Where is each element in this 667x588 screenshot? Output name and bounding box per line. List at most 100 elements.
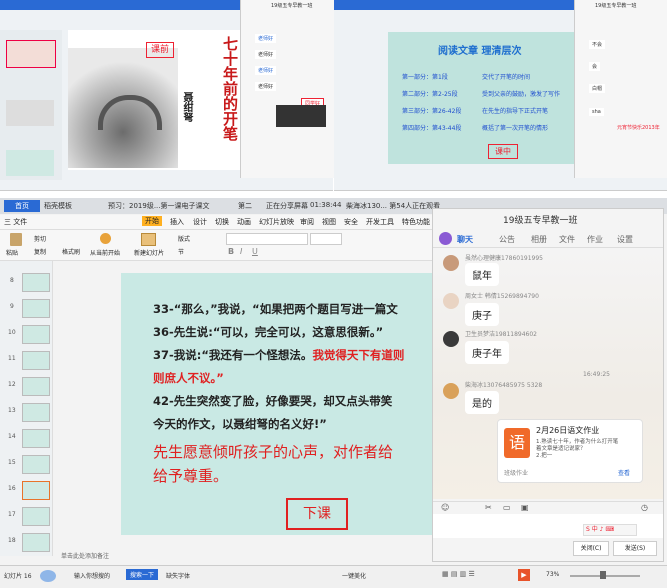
beautify-button[interactable]: 一键美化: [342, 571, 366, 580]
avatar[interactable]: [443, 331, 459, 347]
underline-icon[interactable]: U: [252, 247, 258, 256]
thumb-row[interactable]: 15: [0, 453, 52, 475]
slide-thumbnail[interactable]: [22, 403, 50, 422]
slide-number: 18: [8, 537, 16, 544]
search-button[interactable]: 搜索一下: [126, 569, 159, 580]
slide-thumbnail[interactable]: [22, 455, 50, 474]
speaker-status: 柴海冰130... 第54人正在观看: [346, 202, 441, 210]
font-name-box[interactable]: [226, 233, 308, 245]
zoom-slider-handle[interactable]: [600, 571, 606, 579]
play-icon[interactable]: [100, 233, 111, 244]
chat-bubble: 老师好: [255, 66, 277, 75]
group-avatar[interactable]: [439, 232, 452, 245]
avatar[interactable]: [443, 255, 459, 271]
top-left-thumbs: [0, 30, 62, 180]
from-current-button[interactable]: 从当前开始: [90, 248, 120, 257]
card-view-link[interactable]: 查看: [618, 468, 630, 477]
sharing-status: 正在分享屏幕: [266, 202, 308, 210]
chat-input-toolbar: ☺ ✂ ▭ ▣ ◷: [433, 501, 663, 514]
slide-number: 12: [8, 381, 16, 388]
slide-thumbnail[interactable]: [22, 429, 50, 448]
menu-devtools[interactable]: 开发工具: [366, 217, 394, 227]
folder-icon[interactable]: ▭: [503, 503, 511, 512]
slide-thumbnail[interactable]: [22, 325, 50, 344]
slide-thumbnail[interactable]: [22, 481, 50, 500]
homework-card[interactable]: 语 2月26日语文作业 1.熟读七十年，作者为什么打开笔 着文章是适记说家？ 2…: [497, 419, 643, 483]
emoji-icon[interactable]: ☺: [441, 503, 449, 512]
avatar[interactable]: [443, 293, 459, 309]
thumb-row[interactable]: 13: [0, 401, 52, 423]
menu-slideshow[interactable]: 幻灯片放映: [259, 217, 294, 227]
slide-number: 11: [8, 355, 16, 362]
row-part: 第二部分：第2-25段: [402, 91, 458, 98]
menu-start[interactable]: 开始: [142, 216, 162, 226]
tab-files[interactable]: 文件: [559, 234, 575, 245]
slide-thumbnail[interactable]: [22, 273, 50, 292]
search-input[interactable]: 输入你想搜的: [74, 571, 110, 580]
slide-canvas: 33-“那么，”我说，“如果把两个题目写进一篇文 36-先生说:“可以，完全可以…: [53, 261, 432, 551]
slide-thumbnail[interactable]: [22, 377, 50, 396]
thumb-row[interactable]: 11: [0, 349, 52, 371]
new-slide-icon[interactable]: [141, 233, 156, 246]
slide-thumbnail[interactable]: [22, 507, 50, 526]
format-painter-button[interactable]: 格式刷: [62, 247, 80, 256]
font-size-box[interactable]: [310, 233, 342, 245]
image-icon[interactable]: ▣: [521, 503, 529, 512]
thumb-row[interactable]: 9: [0, 297, 52, 319]
thumb-row[interactable]: 8: [0, 271, 52, 293]
cut-button[interactable]: 剪切: [34, 234, 46, 243]
top-right-slide: 阅读文章 理清层次 第一部分：第1段 交代了开笔的时间 第二部分：第2-25段 …: [388, 32, 576, 164]
thumb-row[interactable]: 17: [0, 505, 52, 527]
history-icon[interactable]: ◷: [641, 503, 648, 512]
paste-icon[interactable]: [10, 233, 22, 246]
top-left-chat: 19级五专早教一班 老师好 老师好 老师好 老师好 同学好: [240, 0, 334, 178]
italic-icon[interactable]: I: [240, 247, 242, 256]
menu-features[interactable]: 特色功能: [402, 217, 430, 227]
send-button[interactable]: 发送(S): [613, 541, 657, 556]
thumb-row[interactable]: 18: [0, 531, 52, 553]
slide-thumbnail[interactable]: [22, 533, 50, 552]
notes-area[interactable]: 单击此处添加备注: [53, 551, 440, 562]
tab-homework[interactable]: 作业: [587, 234, 603, 245]
tab-announcement[interactable]: 公告: [499, 234, 515, 245]
slide-number: 16: [8, 485, 16, 492]
slide-line: 今天的作文，以聂绀弩的名义好!”: [153, 417, 327, 431]
slide-thumbnail[interactable]: [22, 299, 50, 318]
thumb-row-active[interactable]: 16: [0, 479, 52, 501]
chat-highlight: 元宵节快乐2013年: [617, 125, 660, 131]
tab-chat[interactable]: 聊天: [457, 234, 473, 245]
screenshot-icon[interactable]: ✂: [485, 503, 492, 512]
close-button[interactable]: 关闭(C): [573, 541, 609, 556]
tab-home[interactable]: 首页: [4, 200, 40, 212]
thumb-row[interactable]: 12: [0, 375, 52, 397]
slide-label-end: 下课: [286, 498, 348, 530]
paste-button[interactable]: 粘贴: [6, 248, 18, 257]
tab-second[interactable]: 第二: [238, 201, 252, 211]
layout-button[interactable]: 版式: [178, 234, 190, 243]
menu-insert[interactable]: 插入: [170, 217, 184, 227]
bold-icon[interactable]: B: [228, 247, 234, 256]
tab-document[interactable]: 预习：2019级...第一课电子课文: [108, 201, 228, 211]
tab-templates[interactable]: 稻壳模板: [44, 201, 72, 211]
section-button[interactable]: 节: [178, 247, 184, 256]
new-slide-button[interactable]: 新建幻灯片: [134, 248, 164, 257]
slide-thumbnail[interactable]: [22, 351, 50, 370]
view-icons[interactable]: ▦ ▤ ▥ ☰: [442, 570, 475, 578]
avatar[interactable]: [443, 383, 459, 399]
missing-font[interactable]: 缺失字体: [166, 571, 190, 580]
slide-line-red: 我觉得天下有道则: [312, 348, 405, 362]
tab-album[interactable]: 相册: [531, 234, 547, 245]
menu-animation[interactable]: 动画: [237, 217, 251, 227]
menu-view[interactable]: 视图: [322, 217, 336, 227]
thumb-row[interactable]: 10: [0, 323, 52, 345]
menu-design[interactable]: 设计: [193, 217, 207, 227]
menu-review[interactable]: 审阅: [300, 217, 314, 227]
tab-settings[interactable]: 设置: [617, 234, 633, 245]
menu-transition[interactable]: 切换: [215, 217, 229, 227]
slide[interactable]: 33-“那么，”我说，“如果把两个题目写进一篇文 36-先生说:“可以，完全可以…: [121, 273, 432, 535]
copy-button[interactable]: 复制: [34, 247, 46, 256]
thumb-row[interactable]: 14: [0, 427, 52, 449]
play-slideshow-icon[interactable]: ▶: [518, 569, 530, 581]
menu-file[interactable]: 三 文件: [4, 217, 27, 227]
menu-security[interactable]: 安全: [344, 217, 358, 227]
